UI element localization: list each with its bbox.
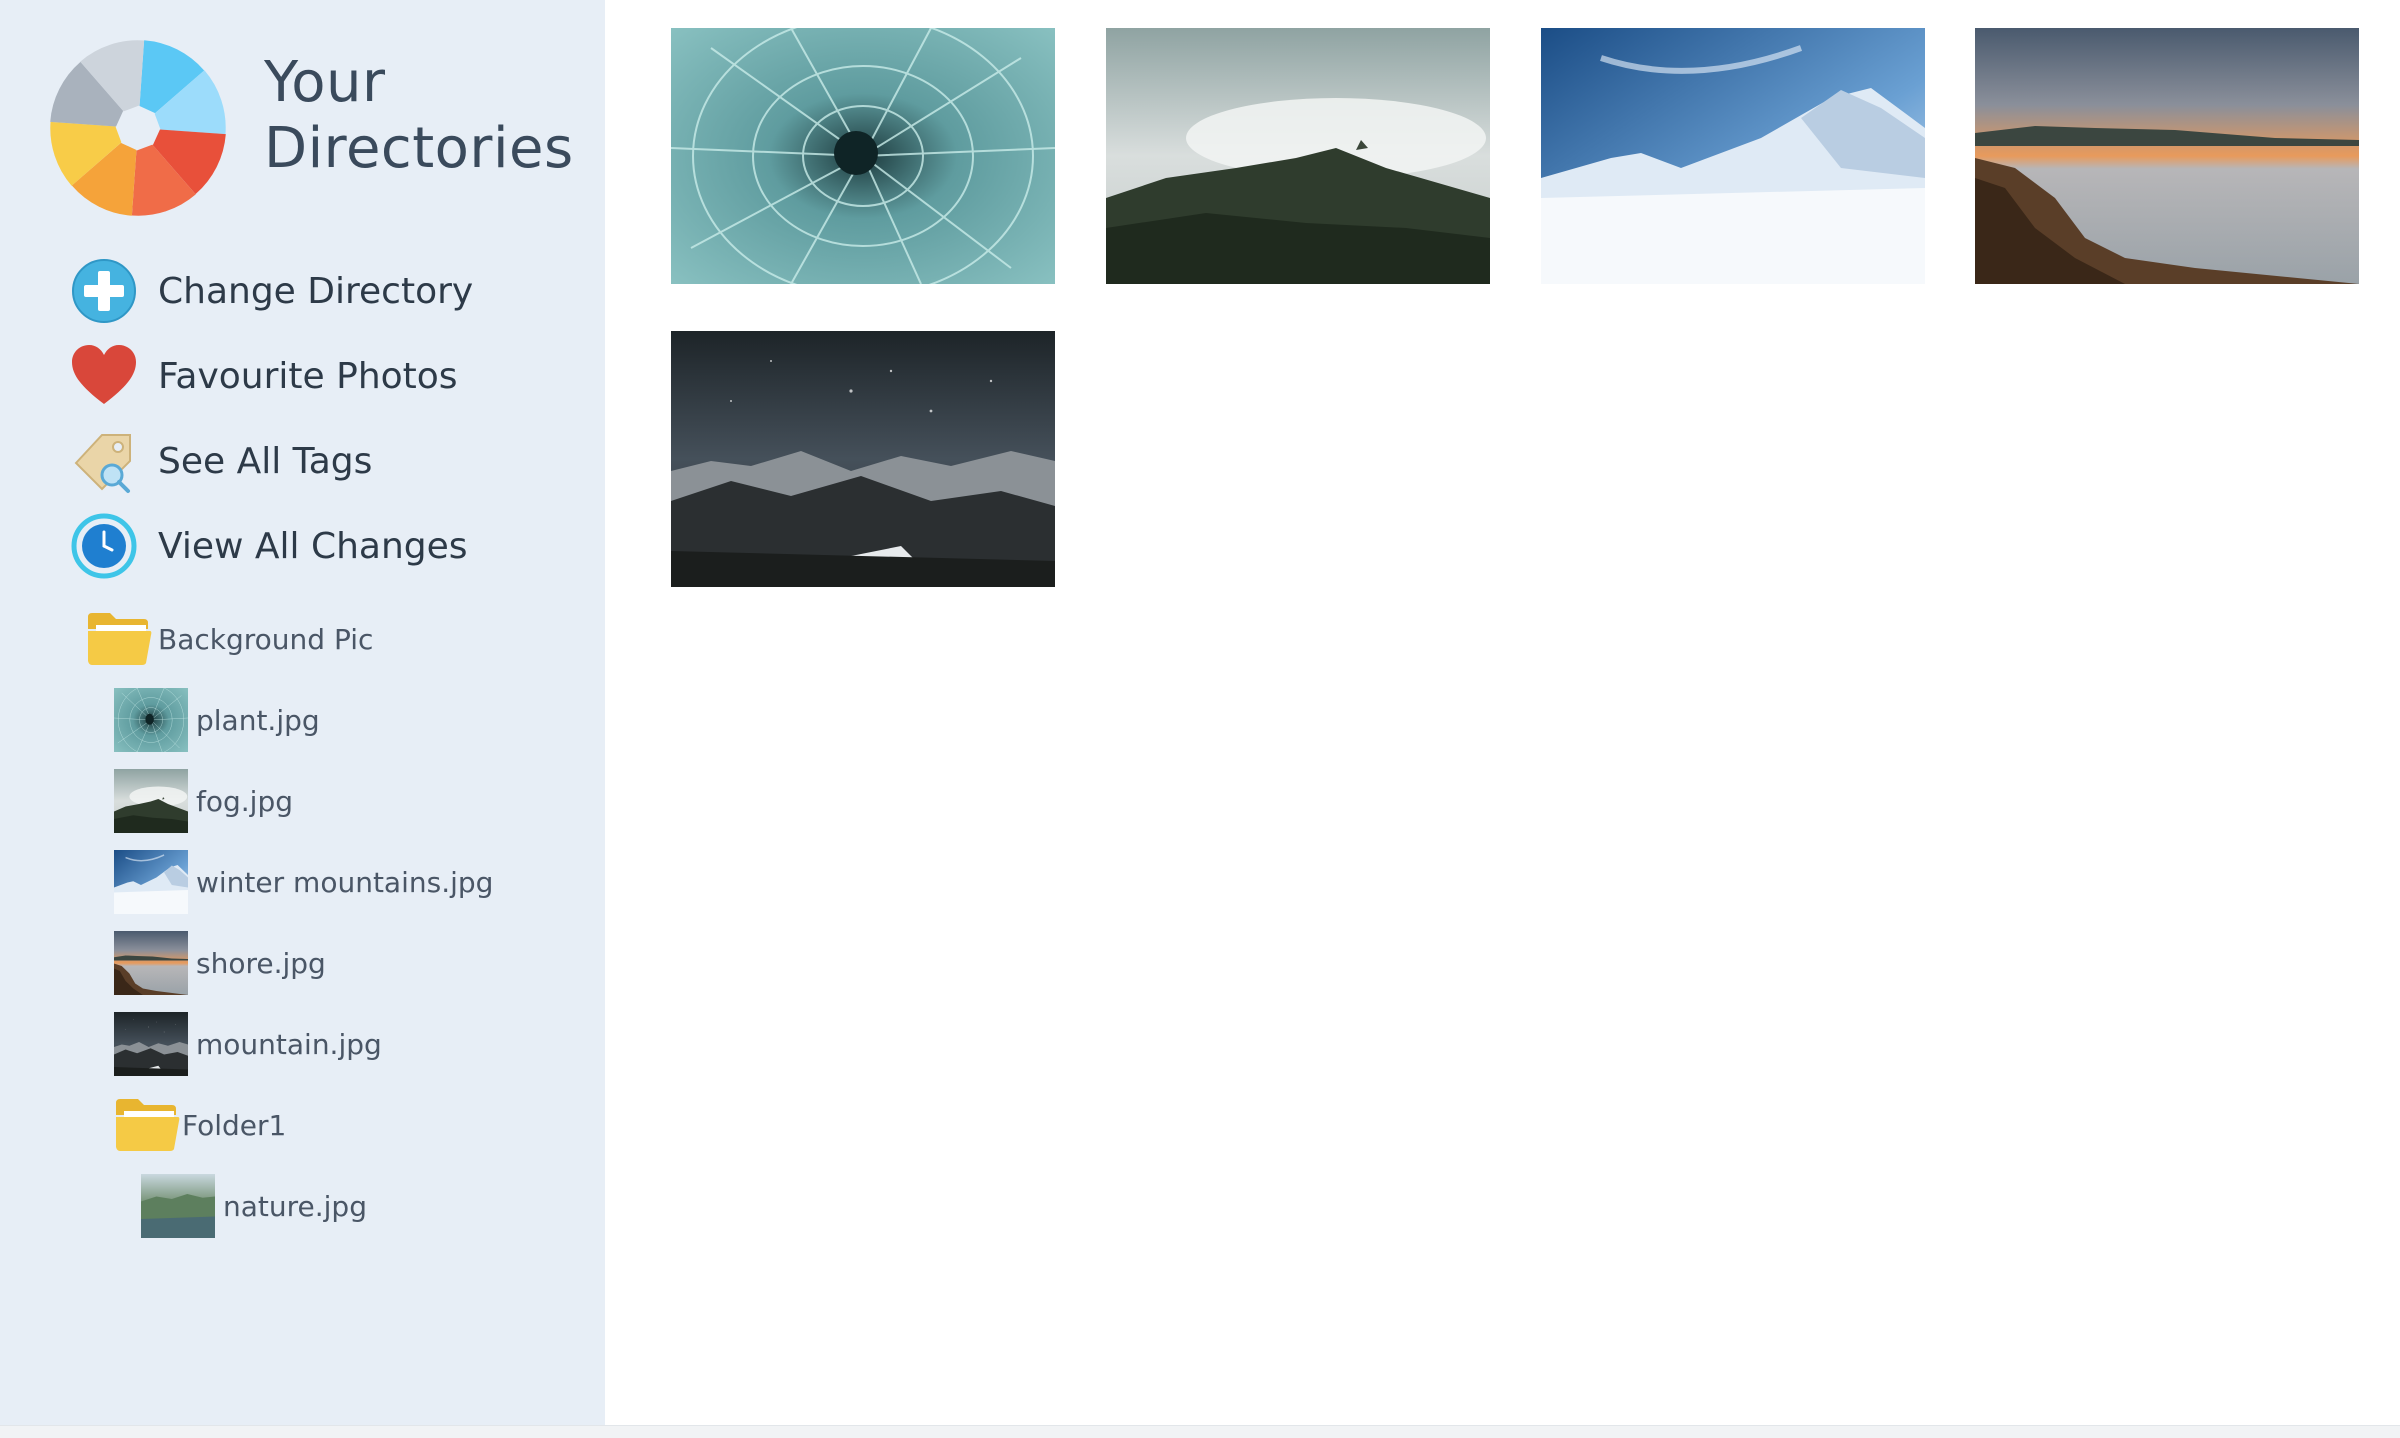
- tree-folder-label: Folder1: [182, 1108, 287, 1142]
- bottom-scrollbar-track: [0, 1425, 2400, 1438]
- sidebar: Your Directories Change Directory Favouri…: [0, 0, 605, 1425]
- plant-thumbnail: [114, 688, 188, 752]
- tree-file-fog[interactable]: fog.jpg: [114, 768, 293, 834]
- shore-thumbnail: [114, 931, 188, 995]
- folder-icon: [114, 1097, 180, 1153]
- change-directory-button[interactable]: Change Directory: [70, 256, 473, 326]
- nav-label: See All Tags: [158, 440, 373, 482]
- tree-folder-folder1[interactable]: Folder1: [114, 1092, 286, 1158]
- mountain-photo[interactable]: [671, 331, 1055, 587]
- fog-photo[interactable]: [1106, 28, 1490, 284]
- tree-file-label: plant.jpg: [196, 703, 320, 737]
- nav-label: View All Changes: [158, 525, 468, 567]
- nature-thumbnail: [141, 1174, 215, 1238]
- tree-file-winter-mountains[interactable]: winter mountains.jpg: [114, 849, 493, 915]
- tree-file-label: fog.jpg: [196, 784, 293, 818]
- app-title: Your Directories: [264, 50, 574, 181]
- tree-file-shore[interactable]: shore.jpg: [114, 930, 326, 996]
- folder-icon: [86, 611, 152, 667]
- nav-label: Change Directory: [158, 270, 474, 312]
- tree-folder-background-pic[interactable]: Background Pic: [86, 606, 373, 672]
- tree-file-nature[interactable]: nature.jpg: [141, 1173, 367, 1239]
- plant-photo[interactable]: [671, 28, 1055, 284]
- heart-icon: [70, 342, 138, 410]
- tree-file-plant[interactable]: plant.jpg: [114, 687, 320, 753]
- view-all-changes-button[interactable]: View All Changes: [70, 511, 468, 581]
- winter-mountains-thumbnail: [114, 850, 188, 914]
- nav-label: Favourite Photos: [158, 355, 458, 397]
- tag-search-icon: [70, 427, 138, 495]
- fog-thumbnail: [114, 769, 188, 833]
- pinwheel-logo-icon: [48, 38, 228, 218]
- favourite-photos-button[interactable]: Favourite Photos: [70, 341, 458, 411]
- tree-file-label: nature.jpg: [223, 1189, 367, 1223]
- tree-file-label: shore.jpg: [196, 946, 326, 980]
- add-circle-icon: [70, 257, 138, 325]
- winter-mountains-photo[interactable]: [1541, 28, 1925, 284]
- see-all-tags-button[interactable]: See All Tags: [70, 426, 372, 496]
- tree-file-label: mountain.jpg: [196, 1027, 382, 1061]
- tree-file-label: winter mountains.jpg: [196, 865, 494, 899]
- shore-photo[interactable]: [1975, 28, 2359, 284]
- tree-file-mountain[interactable]: mountain.jpg: [114, 1011, 382, 1077]
- mountain-thumbnail: [114, 1012, 188, 1076]
- tree-folder-label: Background Pic: [158, 622, 374, 656]
- clock-icon: [70, 512, 138, 580]
